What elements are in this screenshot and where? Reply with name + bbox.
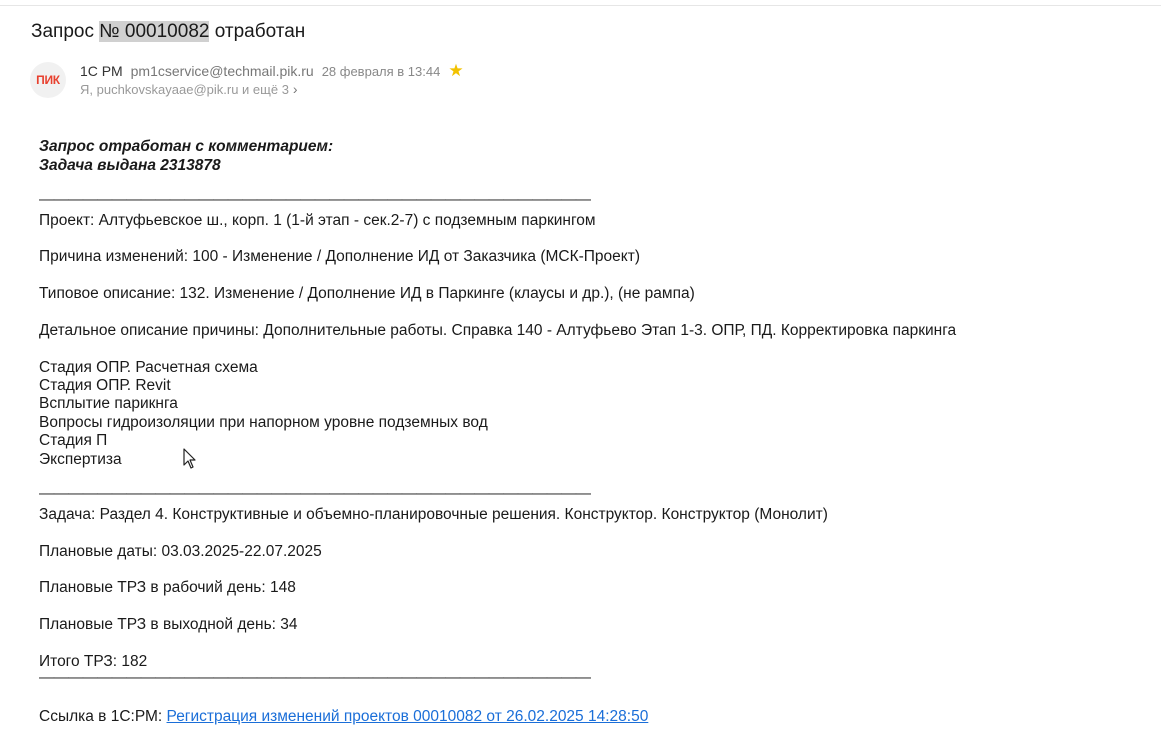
project-line: Проект: Алтуфьевское ш., корп. 1 (1-й эт… (39, 212, 596, 229)
separator-line: —————————————————————————————————————— (39, 669, 591, 686)
sent-date: 28 февраля в 13:44 (321, 63, 441, 79)
top-divider (0, 0, 1161, 6)
recipients-text: Я, puchkovskayaae@pik.ru и ещё 3 (80, 81, 289, 97)
separator-line: —————————————————————————————————————— (39, 485, 591, 502)
registration-link[interactable]: Регистрация изменений проектов 00010082 … (167, 708, 649, 725)
list-item: Всплытие парикнга (39, 395, 178, 412)
subject-selected-text: № 00010082 (99, 21, 210, 42)
typical-description-line: Типовое описание: 132. Изменение / Допол… (39, 285, 695, 302)
subject-prefix: Запрос (31, 21, 100, 42)
list-item: Стадия ОПР. Revit (39, 377, 171, 394)
reason-line: Причина изменений: 100 - Изменение / Доп… (39, 248, 641, 265)
subject-suffix: отработан (209, 21, 306, 42)
chevron-right-icon: › (292, 81, 298, 97)
list-item: Стадия П (39, 432, 108, 449)
sender-avatar[interactable]: ПИК (30, 62, 66, 98)
recipients-toggle[interactable]: Я, puchkovskayaae@pik.ru и ещё 3 › (80, 81, 298, 97)
link-label: Ссылка в 1С:РМ: (39, 708, 167, 725)
avatar-logo-text: ПИК (36, 73, 60, 87)
sender-line: 1С РМ pm1cservice@techmail.pik.ru 28 фев… (80, 62, 464, 79)
body-heading-task: Задача выдана 2313878 (39, 157, 221, 174)
list-item: Экспертиза (39, 451, 122, 468)
task-line: Задача: Раздел 4. Конструктивные и объем… (39, 506, 828, 523)
trz-workday-line: Плановые ТРЗ в рабочий день: 148 (39, 579, 296, 596)
list-item: Стадия ОПР. Расчетная схема (39, 359, 258, 376)
list-item: Вопросы гидроизоляции при напорном уровн… (39, 414, 488, 431)
email-subject: Запрос № 00010082 отработан (31, 21, 305, 43)
mouse-cursor-icon (183, 448, 196, 469)
trz-weekend-line: Плановые ТРЗ в выходной день: 34 (39, 616, 298, 633)
separator-line: —————————————————————————————————————— (39, 191, 591, 208)
sender-email[interactable]: pm1cservice@techmail.pik.ru (131, 63, 314, 79)
star-icon[interactable]: ★ (448, 62, 463, 79)
link-line: Ссылка в 1С:РМ: Регистрация изменений пр… (39, 708, 648, 726)
planned-dates-line: Плановые даты: 03.03.2025-22.07.2025 (39, 543, 322, 560)
body-heading-comment: Запрос отработан с комментарием: (39, 138, 334, 155)
sender-name[interactable]: 1С РМ (80, 63, 123, 79)
detailed-description-line: Детальное описание причины: Дополнительн… (39, 322, 957, 339)
